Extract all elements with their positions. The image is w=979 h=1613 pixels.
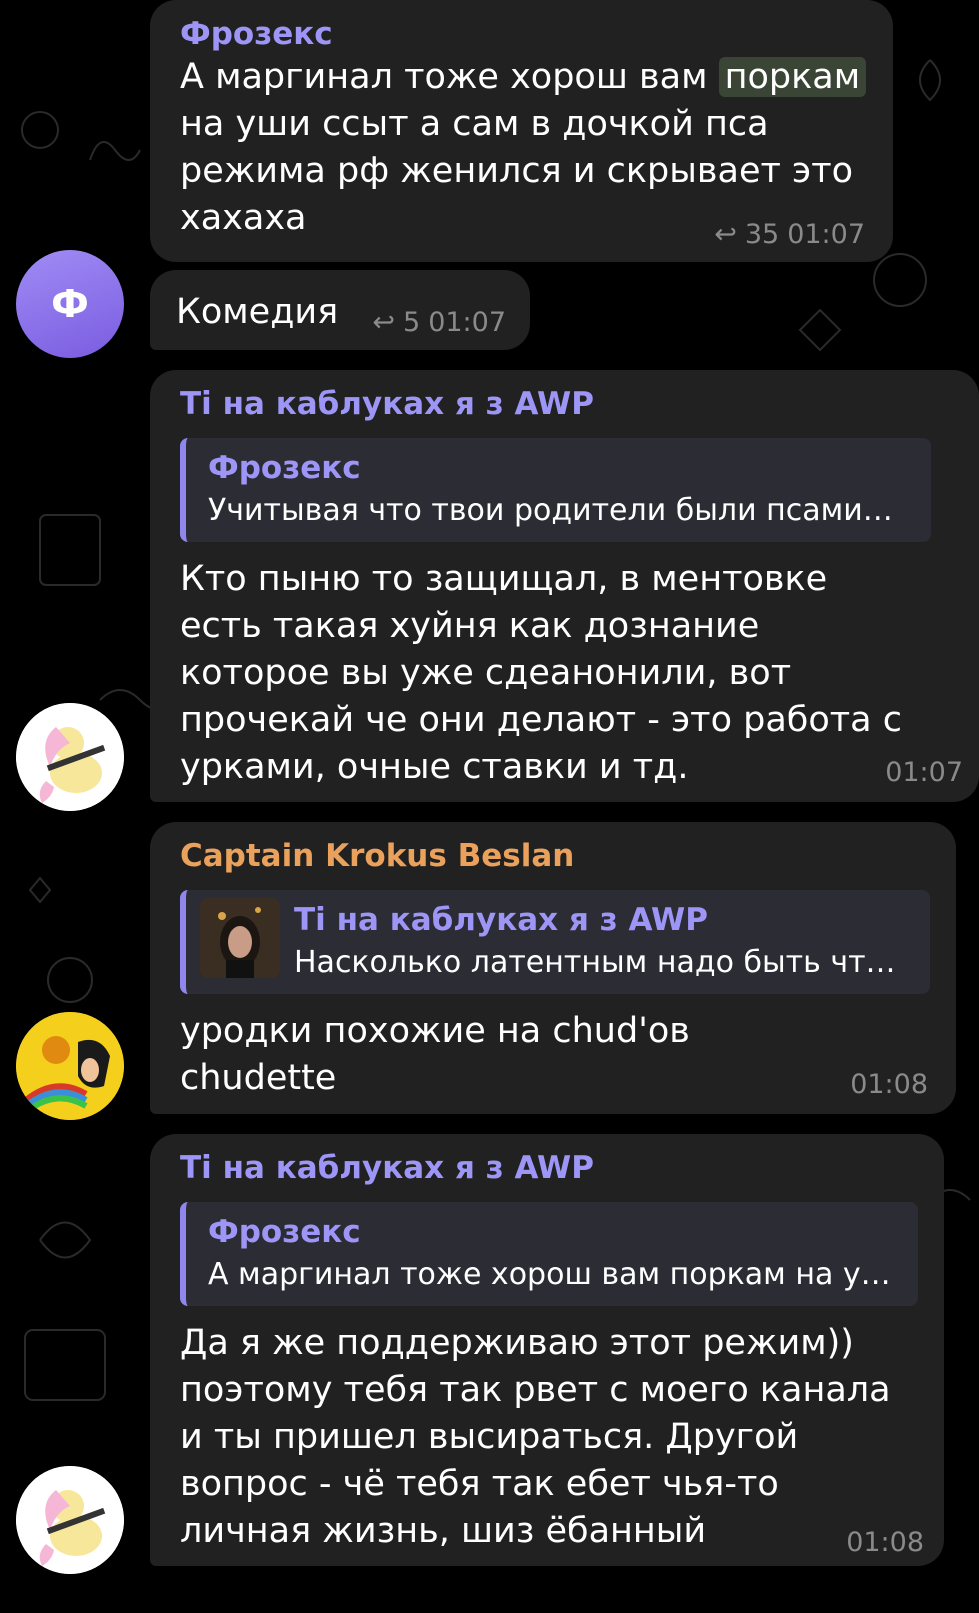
message-time: 01:07 [428, 307, 506, 338]
reply-snippet: Учитывая что твои родители были псами… [208, 493, 893, 528]
pony-avatar-icon [16, 1466, 124, 1574]
reply-preview[interactable]: Ті на каблуках я з AWP Насколько латентн… [180, 890, 930, 994]
sender-name[interactable]: Ті на каблуках я з AWP [180, 1148, 918, 1188]
message-meta: 01:08 [846, 1527, 924, 1558]
message-text: Да я же поддерживаю этот режим)) поэтому… [180, 1323, 891, 1551]
message-bubble[interactable]: Комедия ↩ 5 01:07 [150, 270, 530, 350]
pony-avatar-icon [16, 703, 124, 811]
reply-arrow-icon: ↩ [714, 219, 737, 250]
message-meta: 01:08 [850, 1069, 928, 1100]
reply-snippet: А маргинал тоже хорош вам поркам на у… [208, 1257, 891, 1292]
message-meta: 01:07 [885, 757, 963, 788]
message-text: уродки похожие на chud'ов chudette [180, 1011, 690, 1098]
reply-preview[interactable]: Фрозекс А маргинал тоже хорош вам поркам… [180, 1202, 918, 1306]
message-bubble[interactable]: Ті на каблуках я з AWP Фрозекс Учитывая … [150, 370, 979, 802]
reply-count[interactable]: 5 [403, 307, 420, 338]
message-text: А маргинал тоже хорош вам поркам на уши … [180, 54, 867, 242]
avatar[interactable] [16, 1012, 124, 1120]
reply-count[interactable]: 35 [745, 219, 779, 250]
message-text: Кто пыню то защищал, в ментовке есть так… [180, 559, 902, 787]
reply-snippet: Насколько латентным надо быть чт… [294, 945, 896, 980]
message-bubble[interactable]: Ті на каблуках я з AWP Фрозекс А маргина… [150, 1134, 944, 1566]
sender-name[interactable]: Фрозекс [180, 14, 867, 54]
reply-preview[interactable]: Фрозекс Учитывая что твои родители были … [180, 438, 931, 542]
sender-name[interactable]: Captain Krokus Beslan [180, 836, 930, 876]
reply-author: Ті на каблуках я з AWP [294, 902, 708, 938]
sender-name[interactable]: Ті на каблуках я з AWP [180, 384, 953, 424]
reply-photo-thumbnail [200, 898, 280, 978]
message-bubble[interactable]: Фрозекс А маргинал тоже хорош вам поркам… [150, 0, 893, 262]
reply-author: Фрозекс [208, 450, 361, 486]
message-time: 01:08 [846, 1527, 924, 1558]
message-text-part: на уши ссыт а сам в дочкой пса режима рф… [180, 104, 853, 238]
message-bubble[interactable]: Captain Krokus Beslan Ті на каблуках я з… [150, 822, 956, 1114]
avatar-initial: Ф [51, 282, 89, 326]
message-meta: ↩ 5 01:07 [372, 307, 506, 338]
message-time: 01:07 [885, 757, 963, 788]
reply-author: Фрозекс [208, 1214, 361, 1250]
message-meta: ↩ 35 01:07 [714, 219, 865, 250]
avatar[interactable] [16, 703, 124, 811]
message-time: 01:08 [850, 1069, 928, 1100]
reply-arrow-icon: ↩ [372, 307, 395, 338]
avatar[interactable] [16, 1466, 124, 1574]
sun-avatar-icon [16, 1012, 124, 1120]
message-time: 01:07 [787, 219, 865, 250]
avatar[interactable]: Ф [16, 250, 124, 358]
search-highlight: поркам [718, 57, 867, 97]
message-text-part: А маргинал тоже хорош вам [180, 57, 719, 97]
